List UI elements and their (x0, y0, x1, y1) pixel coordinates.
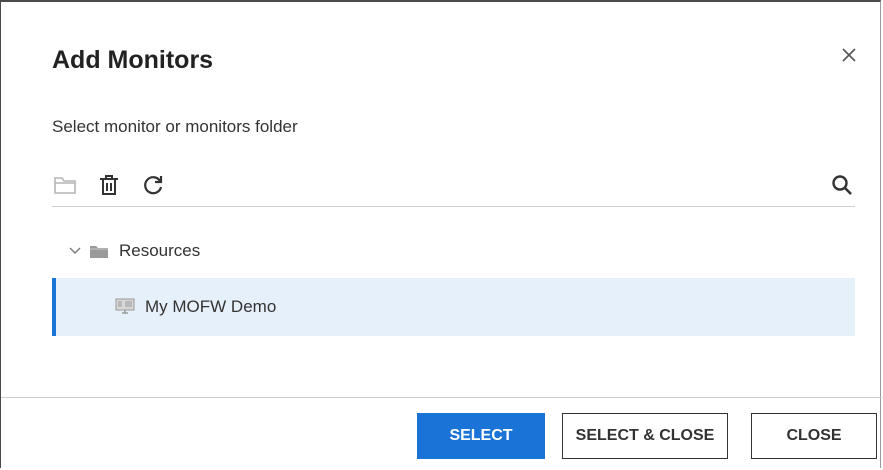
select-button[interactable]: SELECT (417, 413, 545, 459)
select-and-close-button[interactable]: SELECT & CLOSE (562, 413, 728, 459)
folder-icon (89, 243, 109, 259)
tree-item-my-mofw-demo[interactable]: My MOFW Demo (52, 278, 855, 336)
tree-folder-label: Resources (119, 241, 201, 260)
add-monitors-dialog: Add Monitors Select monitor or monitors … (0, 0, 882, 468)
tree-folder-resources[interactable]: Resources (52, 228, 855, 274)
monitor-icon (115, 298, 135, 316)
chevron-down-icon[interactable] (69, 247, 83, 255)
tree-item-label: My MOFW Demo (145, 297, 277, 316)
close-icon[interactable] (836, 42, 862, 68)
close-button[interactable]: CLOSE (751, 413, 877, 459)
new-folder-icon[interactable] (52, 172, 78, 198)
toolbar (52, 167, 855, 207)
footer-divider (1, 397, 882, 398)
search-icon[interactable] (829, 172, 855, 198)
refresh-icon[interactable] (140, 172, 166, 198)
trash-icon[interactable] (96, 172, 122, 198)
dialog-title: Add Monitors (52, 46, 214, 74)
dialog-subtitle: Select monitor or monitors folder (52, 117, 298, 136)
